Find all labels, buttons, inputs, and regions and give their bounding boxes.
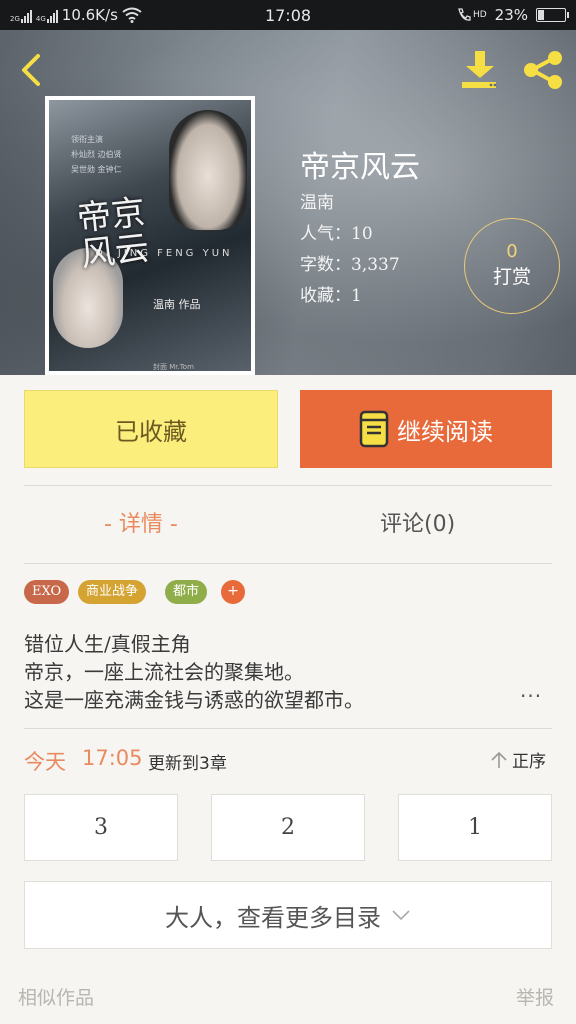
update-day: 今天 bbox=[24, 750, 66, 774]
continue-reading-button[interactable]: 继续阅读 bbox=[300, 390, 552, 468]
chevron-left-icon bbox=[22, 54, 40, 86]
cover-subtitle: DI JING FENG YUN bbox=[95, 248, 233, 259]
divider bbox=[24, 485, 552, 486]
tip-button[interactable]: 0 打赏 bbox=[464, 218, 560, 314]
battery-fill bbox=[538, 10, 544, 20]
description-line: 帝京，一座上流社会的聚集地。 bbox=[24, 660, 304, 684]
sort-order-button[interactable]: 正序 bbox=[490, 747, 546, 772]
arrow-up-icon bbox=[491, 751, 507, 768]
book-cover[interactable]: 领衔主演 朴灿烈 边伯贤 吴世勋 金钟仁 帝京风云 DI JING FENG Y… bbox=[45, 96, 255, 375]
cover-title: 帝京风云 bbox=[75, 192, 151, 276]
download-icon bbox=[462, 51, 497, 88]
similar-works-heading: 相似作品 bbox=[18, 987, 95, 1009]
share-icon bbox=[524, 51, 562, 89]
cover-author: 温南 作品 bbox=[153, 298, 201, 311]
more-contents-button[interactable]: 大人，查看更多目录 bbox=[24, 881, 552, 949]
favorites-stat: 收藏：1 bbox=[300, 286, 362, 306]
cover-footer: 封面 Mr.Tom bbox=[153, 363, 194, 371]
chapter-button[interactable]: 2 bbox=[211, 794, 365, 861]
chevron-down-icon bbox=[392, 910, 410, 921]
chapter-button[interactable]: 3 bbox=[24, 794, 178, 861]
divider bbox=[24, 728, 552, 729]
tag-business-war[interactable]: 商业战争 bbox=[78, 580, 147, 604]
book-author[interactable]: 温南 bbox=[300, 188, 334, 213]
book-icon bbox=[359, 410, 389, 448]
more-contents-label: 大人，查看更多目录 bbox=[165, 903, 381, 932]
share-button[interactable] bbox=[522, 50, 566, 94]
book-header: 领衔主演 朴灿烈 边伯贤 吴世勋 金钟仁 帝京风云 DI JING FENG Y… bbox=[0, 30, 576, 375]
cover-artwork: 领衔主演 朴灿烈 边伯贤 吴世勋 金钟仁 帝京风云 DI JING FENG Y… bbox=[49, 100, 251, 371]
back-button[interactable] bbox=[14, 50, 50, 90]
sort-order-label: 正序 bbox=[512, 752, 546, 772]
signal-icon-2: 4G bbox=[36, 7, 58, 23]
hd-call-icon: HD bbox=[456, 7, 487, 23]
add-tag-button[interactable]: + bbox=[221, 580, 245, 604]
download-button[interactable] bbox=[458, 48, 502, 92]
chapter-button[interactable]: 1 bbox=[398, 794, 552, 861]
description-line: 这是一座充满金钱与诱惑的欲望都市。 bbox=[24, 688, 364, 712]
expand-description-button[interactable]: ··· bbox=[520, 684, 542, 708]
book-title: 帝京风云 bbox=[300, 150, 420, 185]
battery-percent: 23% bbox=[494, 6, 528, 24]
wifi-icon bbox=[122, 7, 142, 23]
signal-icon-1: 2G bbox=[10, 7, 32, 23]
description-line: 错位人生/真假主角 bbox=[24, 632, 191, 656]
divider bbox=[24, 563, 552, 564]
status-right: HD 23% bbox=[456, 6, 569, 24]
tag-exo[interactable]: EXO bbox=[24, 580, 70, 604]
update-time: 17:05 bbox=[82, 746, 143, 770]
status-bar: 2G 4G 10.6K/s 17:08 HD 23% bbox=[0, 0, 576, 30]
tip-count: 0 bbox=[506, 241, 518, 262]
status-left: 2G 4G 10.6K/s bbox=[10, 6, 142, 24]
continue-reading-label: 继续阅读 bbox=[397, 417, 493, 446]
report-link[interactable]: 举报 bbox=[516, 983, 554, 1010]
update-status: 更新到3章 bbox=[148, 754, 227, 774]
tab-detail[interactable]: - 详情 - bbox=[104, 506, 178, 538]
favorited-button[interactable]: 已收藏 bbox=[24, 390, 278, 468]
battery-icon bbox=[536, 8, 569, 22]
tip-label: 打赏 bbox=[492, 266, 531, 288]
tab-comments[interactable]: 评论(0) bbox=[380, 506, 455, 538]
word-count-stat: 字数：3,337 bbox=[300, 255, 400, 275]
tag-urban[interactable]: 都市 bbox=[165, 580, 208, 604]
cover-credit: 领衔主演 朴灿烈 边伯贤 吴世勋 金钟仁 bbox=[71, 135, 122, 174]
favorited-label: 已收藏 bbox=[115, 417, 187, 446]
popularity-stat: 人气：10 bbox=[300, 224, 373, 244]
network-speed: 10.6K/s bbox=[61, 6, 118, 24]
